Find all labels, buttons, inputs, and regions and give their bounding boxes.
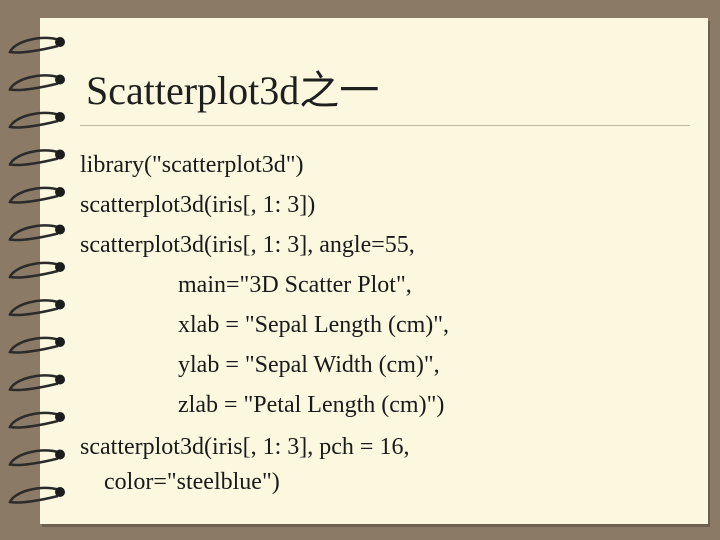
binder-ring-icon <box>8 36 65 54</box>
code-line-3: scatterplot3d(iris[, 1: 3], angle=55, <box>80 232 415 258</box>
code-line-7: zlab = "Petal Length (cm)") <box>178 392 445 418</box>
binder-ring-icon <box>8 149 65 167</box>
binder-ring-icon <box>8 111 65 129</box>
binder-ring-icon <box>8 449 65 467</box>
code-line-6: ylab = "Sepal Width (cm)", <box>178 352 440 378</box>
binder-ring-icon <box>8 299 65 317</box>
code-line-1: library("scatterplot3d") <box>80 152 304 178</box>
code-line-2: scatterplot3d(iris[, 1: 3]) <box>80 192 316 218</box>
title-divider <box>80 125 690 126</box>
binder-ring-icon <box>8 411 65 429</box>
binder-ring-icon <box>8 186 65 204</box>
code-line-4: main="3D Scatter Plot", <box>178 272 412 298</box>
code-line-5: xlab = "Sepal Length (cm)", <box>178 312 450 338</box>
binder-ring-icon <box>8 336 65 354</box>
binder-ring-icon <box>8 261 65 279</box>
binder-ring-icon <box>8 224 65 242</box>
code-line-9: color="steelblue") <box>104 469 280 495</box>
binder-ring-icon <box>8 74 65 92</box>
slide-title: Scatterplot3d之一 <box>86 68 380 113</box>
binder-ring-icon <box>8 486 65 504</box>
binder-rings <box>8 36 65 504</box>
binder-ring-icon <box>8 374 65 392</box>
code-line-8: scatterplot3d(iris[, 1: 3], pch = 16, <box>80 434 410 460</box>
